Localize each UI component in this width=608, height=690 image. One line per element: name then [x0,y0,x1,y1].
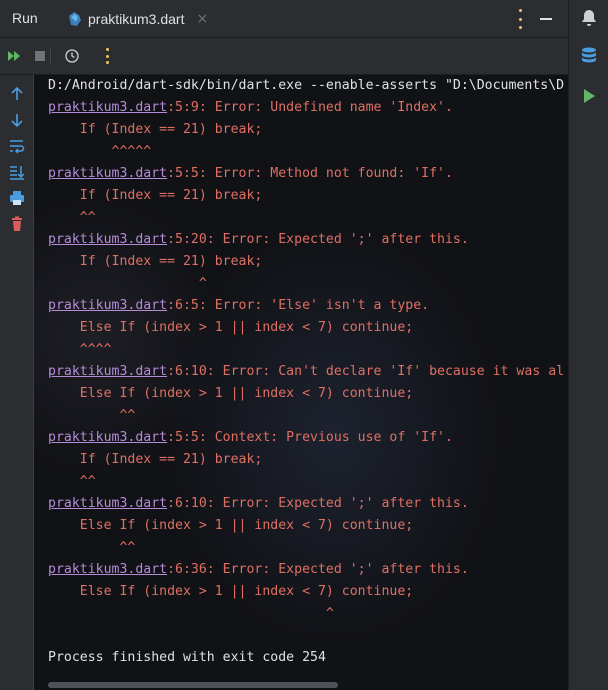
line-text: ^ [48,606,334,621]
arrow-up-icon[interactable] [8,85,26,103]
right-tool-strip [568,0,608,690]
code-line: ^ [48,603,564,625]
line-text: ^^ [48,474,96,489]
code-line: If (Index == 21) break; [48,449,564,471]
line-text: ^^^^ [48,342,112,357]
line-text: :6:10: Error: Expected ';' after this. [167,496,469,511]
line-text: :5:5: Context: Previous use of 'If'. [167,430,453,445]
print-icon[interactable] [8,189,26,207]
line-text: If (Index == 21) break; [48,452,263,467]
code-line: ^^ [48,207,564,229]
line-text: If (Index == 21) break; [48,254,263,269]
arrow-down-icon[interactable] [8,111,26,129]
file-link[interactable]: praktikum3.dart [48,496,167,511]
code-line: If (Index == 21) break; [48,119,564,141]
code-line: ^^^^ [48,339,564,361]
code-line: ^^ [48,537,564,559]
line-text: ^^ [48,540,136,555]
code-line: Else If (index > 1 || index < 7) continu… [48,581,564,603]
toolbar-separator [50,47,51,65]
code-line: ^^ [48,471,564,493]
code-line: Else If (index > 1 || index < 7) continu… [48,515,564,537]
line-text: :5:9: Error: Undefined name 'Index'. [167,100,453,115]
line-text: :6:5: Error: 'Else' isn't a type. [167,298,430,313]
tab-praktikum3[interactable]: praktikum3.dart × [58,0,218,37]
command-line: D:/Android/dart-sdk/bin/dart.exe --enabl… [48,78,565,93]
line-text: :5:5: Error: Method not found: 'If'. [167,166,453,181]
code-line: If (Index == 21) break; [48,251,564,273]
scroll-to-end-icon[interactable] [8,163,26,181]
run-toolbar [0,38,568,74]
error-line: praktikum3.dart:5:5: Error: Method not f… [48,163,564,185]
line-text: ^ [48,276,207,291]
file-link[interactable]: praktikum3.dart [48,166,167,181]
line-text: ^^ [48,210,96,225]
database-icon[interactable] [579,46,599,66]
close-icon[interactable]: × [196,11,208,27]
error-line: praktikum3.dart:6:10: Error: Expected ';… [48,493,564,515]
code-line: Else If (index > 1 || index < 7) continu… [48,317,564,339]
line-text: Else If (index > 1 || index < 7) continu… [48,320,414,335]
stop-icon[interactable] [32,48,48,64]
file-link[interactable]: praktikum3.dart [48,100,167,115]
line-text: If (Index == 21) break; [48,188,263,203]
file-link[interactable]: praktikum3.dart [48,298,167,313]
console-output[interactable]: D:/Android/dart-sdk/bin/dart.exe --enabl… [34,75,568,690]
error-line: praktikum3.dart:6:5: Error: 'Else' isn't… [48,295,564,317]
error-line: praktikum3.dart:5:5: Context: Previous u… [48,427,564,449]
line-text: Else If (index > 1 || index < 7) continu… [48,584,414,599]
notifications-icon[interactable] [579,8,599,28]
tab-label: praktikum3.dart [88,10,185,27]
more-options-icon[interactable] [512,9,528,29]
error-line: praktikum3.dart:6:10: Error: Can't decla… [48,361,564,383]
file-link[interactable]: praktikum3.dart [48,562,167,577]
error-line: praktikum3.dart:6:36: Error: Expected ';… [48,559,564,581]
horizontal-scrollbar[interactable] [48,682,338,688]
line-text: ^^^^^ [48,144,152,159]
line-text: Else If (index > 1 || index < 7) continu… [48,386,414,401]
more-vert-icon[interactable] [104,48,110,64]
console-actions-gutter [0,75,34,690]
line-text: ^^ [48,408,136,423]
code-line: Else If (index > 1 || index < 7) continu… [48,383,564,405]
run-title: Run [12,10,38,26]
code-line: If (Index == 21) break; [48,185,564,207]
error-line: praktikum3.dart:5:20: Error: Expected ';… [48,229,564,251]
rerun-icon[interactable] [6,48,22,64]
code-line: ^^ [48,405,564,427]
run-tool-window-header: Run praktikum3.dart × [0,0,568,38]
line-text: :5:20: Error: Expected ';' after this. [167,232,469,247]
run-icon[interactable] [579,86,599,106]
history-icon[interactable] [64,48,80,64]
dart-file-icon [69,11,81,26]
code-line: ^ [48,273,564,295]
trash-icon[interactable] [8,215,26,233]
soft-wrap-icon[interactable] [8,137,26,155]
console-lines: D:/Android/dart-sdk/bin/dart.exe --enabl… [48,75,564,669]
error-line: praktikum3.dart:5:9: Error: Undefined na… [48,97,564,119]
line-text: If (Index == 21) break; [48,122,263,137]
minimize-icon[interactable] [540,18,552,20]
file-link[interactable]: praktikum3.dart [48,364,167,379]
process-finished-line: Process finished with exit code 254 [48,650,326,665]
code-line: ^^^^^ [48,141,564,163]
file-link[interactable]: praktikum3.dart [48,430,167,445]
line-text: Else If (index > 1 || index < 7) continu… [48,518,414,533]
line-text: :6:36: Error: Expected ';' after this. [167,562,469,577]
file-link[interactable]: praktikum3.dart [48,232,167,247]
line-text: :6:10: Error: Can't declare 'If' because… [167,364,565,379]
